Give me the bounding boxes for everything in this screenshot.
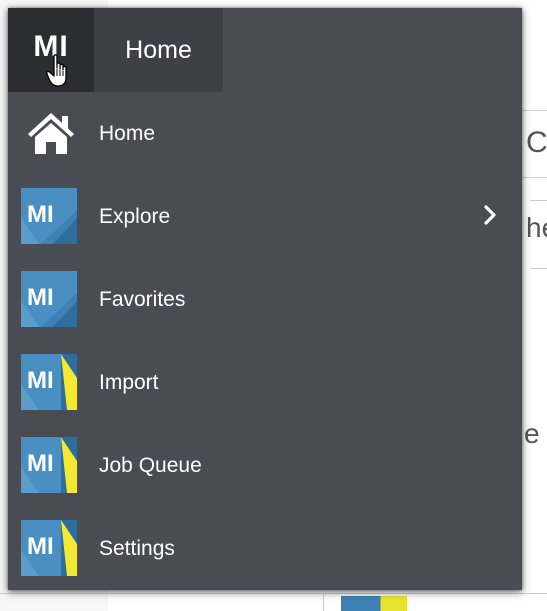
menu-item-label: Import [99,370,159,394]
menu-item-label: Settings [99,536,175,560]
menu-item-job-queue[interactable]: MI Job Queue [8,424,522,507]
mi-tile-icon: MI [21,188,77,244]
menu-item-explore[interactable]: MI Explore [8,175,522,258]
background-tile [341,596,407,611]
menu-list: Home MI Explore MI Favorites MI Import M… [8,92,522,590]
background-divider [530,268,547,269]
tile-text: MI [27,201,54,228]
menu-header: MI Home [8,8,522,92]
mi-tile-yellow-icon: MI [21,520,77,576]
menu-item-label: Job Queue [99,453,202,477]
chevron-right-icon [484,205,496,225]
tile-text: MI [27,367,54,394]
tab-home[interactable]: Home [94,8,223,92]
menu-item-label: Explore [99,204,171,228]
background-divider [323,593,324,611]
mi-tile-yellow-icon: MI [21,437,77,493]
background-text-fragment: C [526,126,547,159]
home-icon [28,113,74,154]
menu-item-import[interactable]: MI Import [8,341,522,424]
menu-item-settings[interactable]: MI Settings [8,507,522,590]
background-text-fragment: he [526,212,547,243]
background-divider [530,200,547,201]
mi-tile-yellow-icon: MI [21,354,77,410]
tile-text: MI [27,533,54,560]
menu-item-home[interactable]: Home [8,92,522,175]
background-divider [0,593,547,594]
hand-cursor-icon [46,54,67,87]
menu-item-label: Home [99,121,156,145]
tile-text: MI [27,284,54,311]
menu-item-favorites[interactable]: MI Favorites [8,258,522,341]
background-text-fragment: e [524,418,540,449]
tile-text: MI [27,450,54,477]
logo-menu-button[interactable]: MI [8,8,94,92]
mi-tile-icon: MI [21,271,77,327]
app-menu: MI Home Home MI Explore MI Favorites MI … [8,8,522,590]
menu-item-label: Favorites [99,287,186,311]
